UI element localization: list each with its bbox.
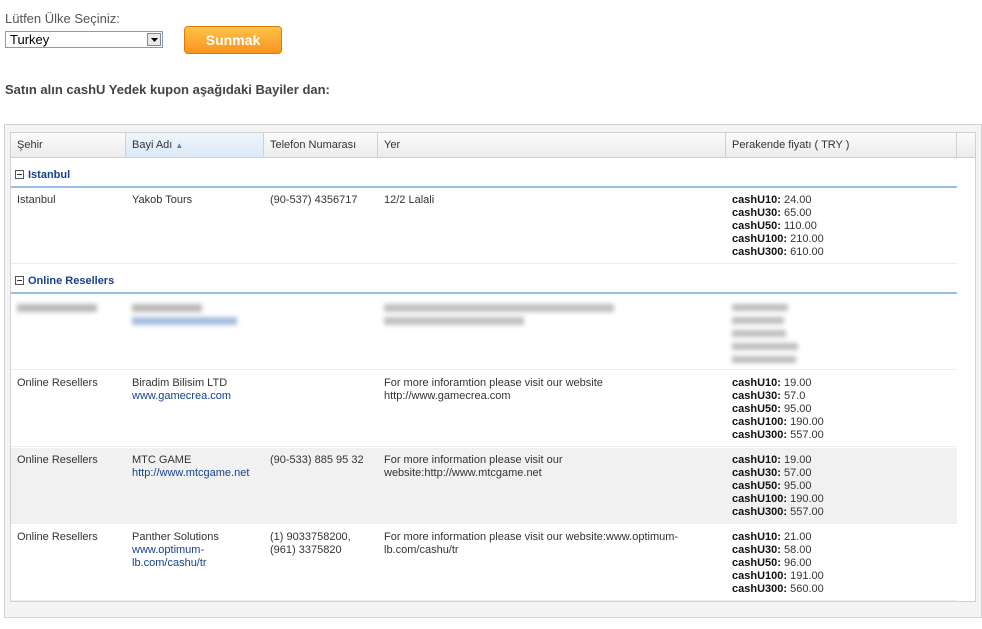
cell-phone: (90-533) 885 95 32 <box>270 454 364 466</box>
group-header-istanbul[interactable]: Istanbul <box>11 162 957 188</box>
column-header-price[interactable]: Perakende fiyatı ( TRY ) <box>726 133 957 157</box>
cell-city: Istanbul <box>17 194 56 206</box>
cell-prices: cashU10: 24.00 cashU30: 65.00 cashU50: 1… <box>732 194 824 258</box>
grid-header: Şehir Bayi Adı ▲ Telefon Numarası Yer Per… <box>11 133 975 158</box>
table-row[interactable]: Online Resellers MTC GAME http://www.mtc… <box>11 448 957 524</box>
sort-ascending-icon: ▲ <box>175 141 184 150</box>
country-select-value: Turkey <box>10 32 50 47</box>
table-row[interactable]: Online Resellers Panther Solutions www.o… <box>11 525 957 601</box>
cell-city: Online Resellers <box>17 531 98 543</box>
column-header-dealer[interactable]: Bayi Adı ▲ <box>126 133 264 157</box>
table-row-obscured <box>11 294 957 370</box>
cell-location: For more information please visit our we… <box>384 454 563 479</box>
column-header-city[interactable]: Şehir <box>11 133 126 157</box>
table-row[interactable]: Online Resellers Biradim Bilisim LTD www… <box>11 371 957 447</box>
country-label: Lütfen Ülke Seçiniz: <box>5 11 120 26</box>
column-header-location[interactable]: Yer <box>378 133 726 157</box>
cell-dealer: Panther Solutions www.optimum-lb.com/cas… <box>132 531 227 570</box>
dropdown-arrow-icon[interactable] <box>147 33 161 46</box>
cell-location: For more information please visit our we… <box>384 531 679 556</box>
dealer-name: MTC GAME <box>132 454 192 466</box>
cell-phone: (1) 9033758200, (961) 3375820 <box>270 531 351 556</box>
dealer-name: Biradim Bilisim LTD <box>132 377 228 389</box>
collapse-icon[interactable] <box>15 276 24 285</box>
resellers-grid: Şehir Bayi Adı ▲ Telefon Numarası Yer Per… <box>10 132 976 602</box>
cell-phone: (90-537) 4356717 <box>270 194 358 206</box>
dealer-website-link[interactable]: www.gamecrea.com <box>132 390 260 403</box>
group-header-online-resellers[interactable]: Online Resellers <box>11 268 957 294</box>
dealer-name: Panther Solutions <box>132 531 219 543</box>
cell-dealer: Yakob Tours <box>132 194 193 206</box>
cell-city: Online Resellers <box>17 377 98 389</box>
dealer-website-link[interactable]: http://www.mtcgame.net <box>132 467 260 480</box>
cell-dealer: Biradim Bilisim LTD www.gamecrea.com <box>132 377 260 403</box>
submit-button[interactable]: Sunmak <box>184 26 282 54</box>
cell-location: 12/2 Lalali <box>384 194 435 206</box>
cell-city: Online Resellers <box>17 454 98 466</box>
cell-prices: cashU10: 19.00 cashU30: 57.0 cashU50: 95… <box>732 377 824 441</box>
column-header-phone[interactable]: Telefon Numarası <box>264 133 378 157</box>
page-heading: Satın alın cashU Yedek kupon aşağıdaki B… <box>5 82 330 97</box>
collapse-icon[interactable] <box>15 170 24 179</box>
dealer-website-link[interactable]: www.optimum-lb.com/cashu/tr <box>132 544 227 570</box>
cell-prices: cashU10: 19.00 cashU30: 57.00 cashU50: 9… <box>732 454 824 518</box>
cell-location: For more inforamtion please visit our we… <box>384 377 603 402</box>
country-select[interactable]: Turkey <box>5 31 163 48</box>
table-row[interactable]: Istanbul Yakob Tours (90-537) 4356717 12… <box>11 188 957 264</box>
cell-prices: cashU10: 21.00 cashU30: 58.00 cashU50: 9… <box>732 531 824 595</box>
header-spacer <box>957 133 975 157</box>
cell-dealer: MTC GAME http://www.mtcgame.net <box>132 454 260 480</box>
